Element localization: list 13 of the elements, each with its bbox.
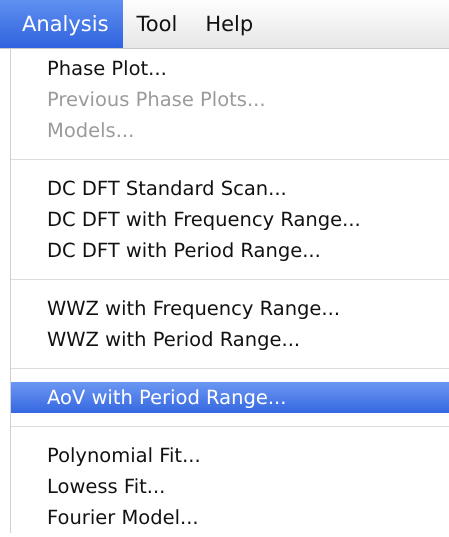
menu-item[interactable]: DC DFT Standard Scan...	[11, 173, 449, 204]
menu-item[interactable]: Fourier Model...	[11, 502, 449, 533]
menu-item[interactable]: DC DFT with Frequency Range...	[11, 204, 449, 235]
menu-bar-item[interactable]: Analysis	[0, 0, 123, 48]
menu-item[interactable]: AoV with Period Range...	[11, 382, 449, 413]
menu-item[interactable]: DC DFT with Period Range...	[11, 235, 449, 266]
menu-item[interactable]: WWZ with Frequency Range...	[11, 293, 449, 324]
menu-item[interactable]: WWZ with Period Range...	[11, 324, 449, 355]
menu-item[interactable]: Lowess Fit...	[11, 471, 449, 502]
menu-item[interactable]: Phase Plot...	[11, 53, 449, 84]
menu-bar-item[interactable]: Help	[191, 0, 268, 48]
menu-item[interactable]: Polynomial Fit...	[11, 440, 449, 471]
menu-bar-item[interactable]: Tool	[122, 0, 192, 48]
